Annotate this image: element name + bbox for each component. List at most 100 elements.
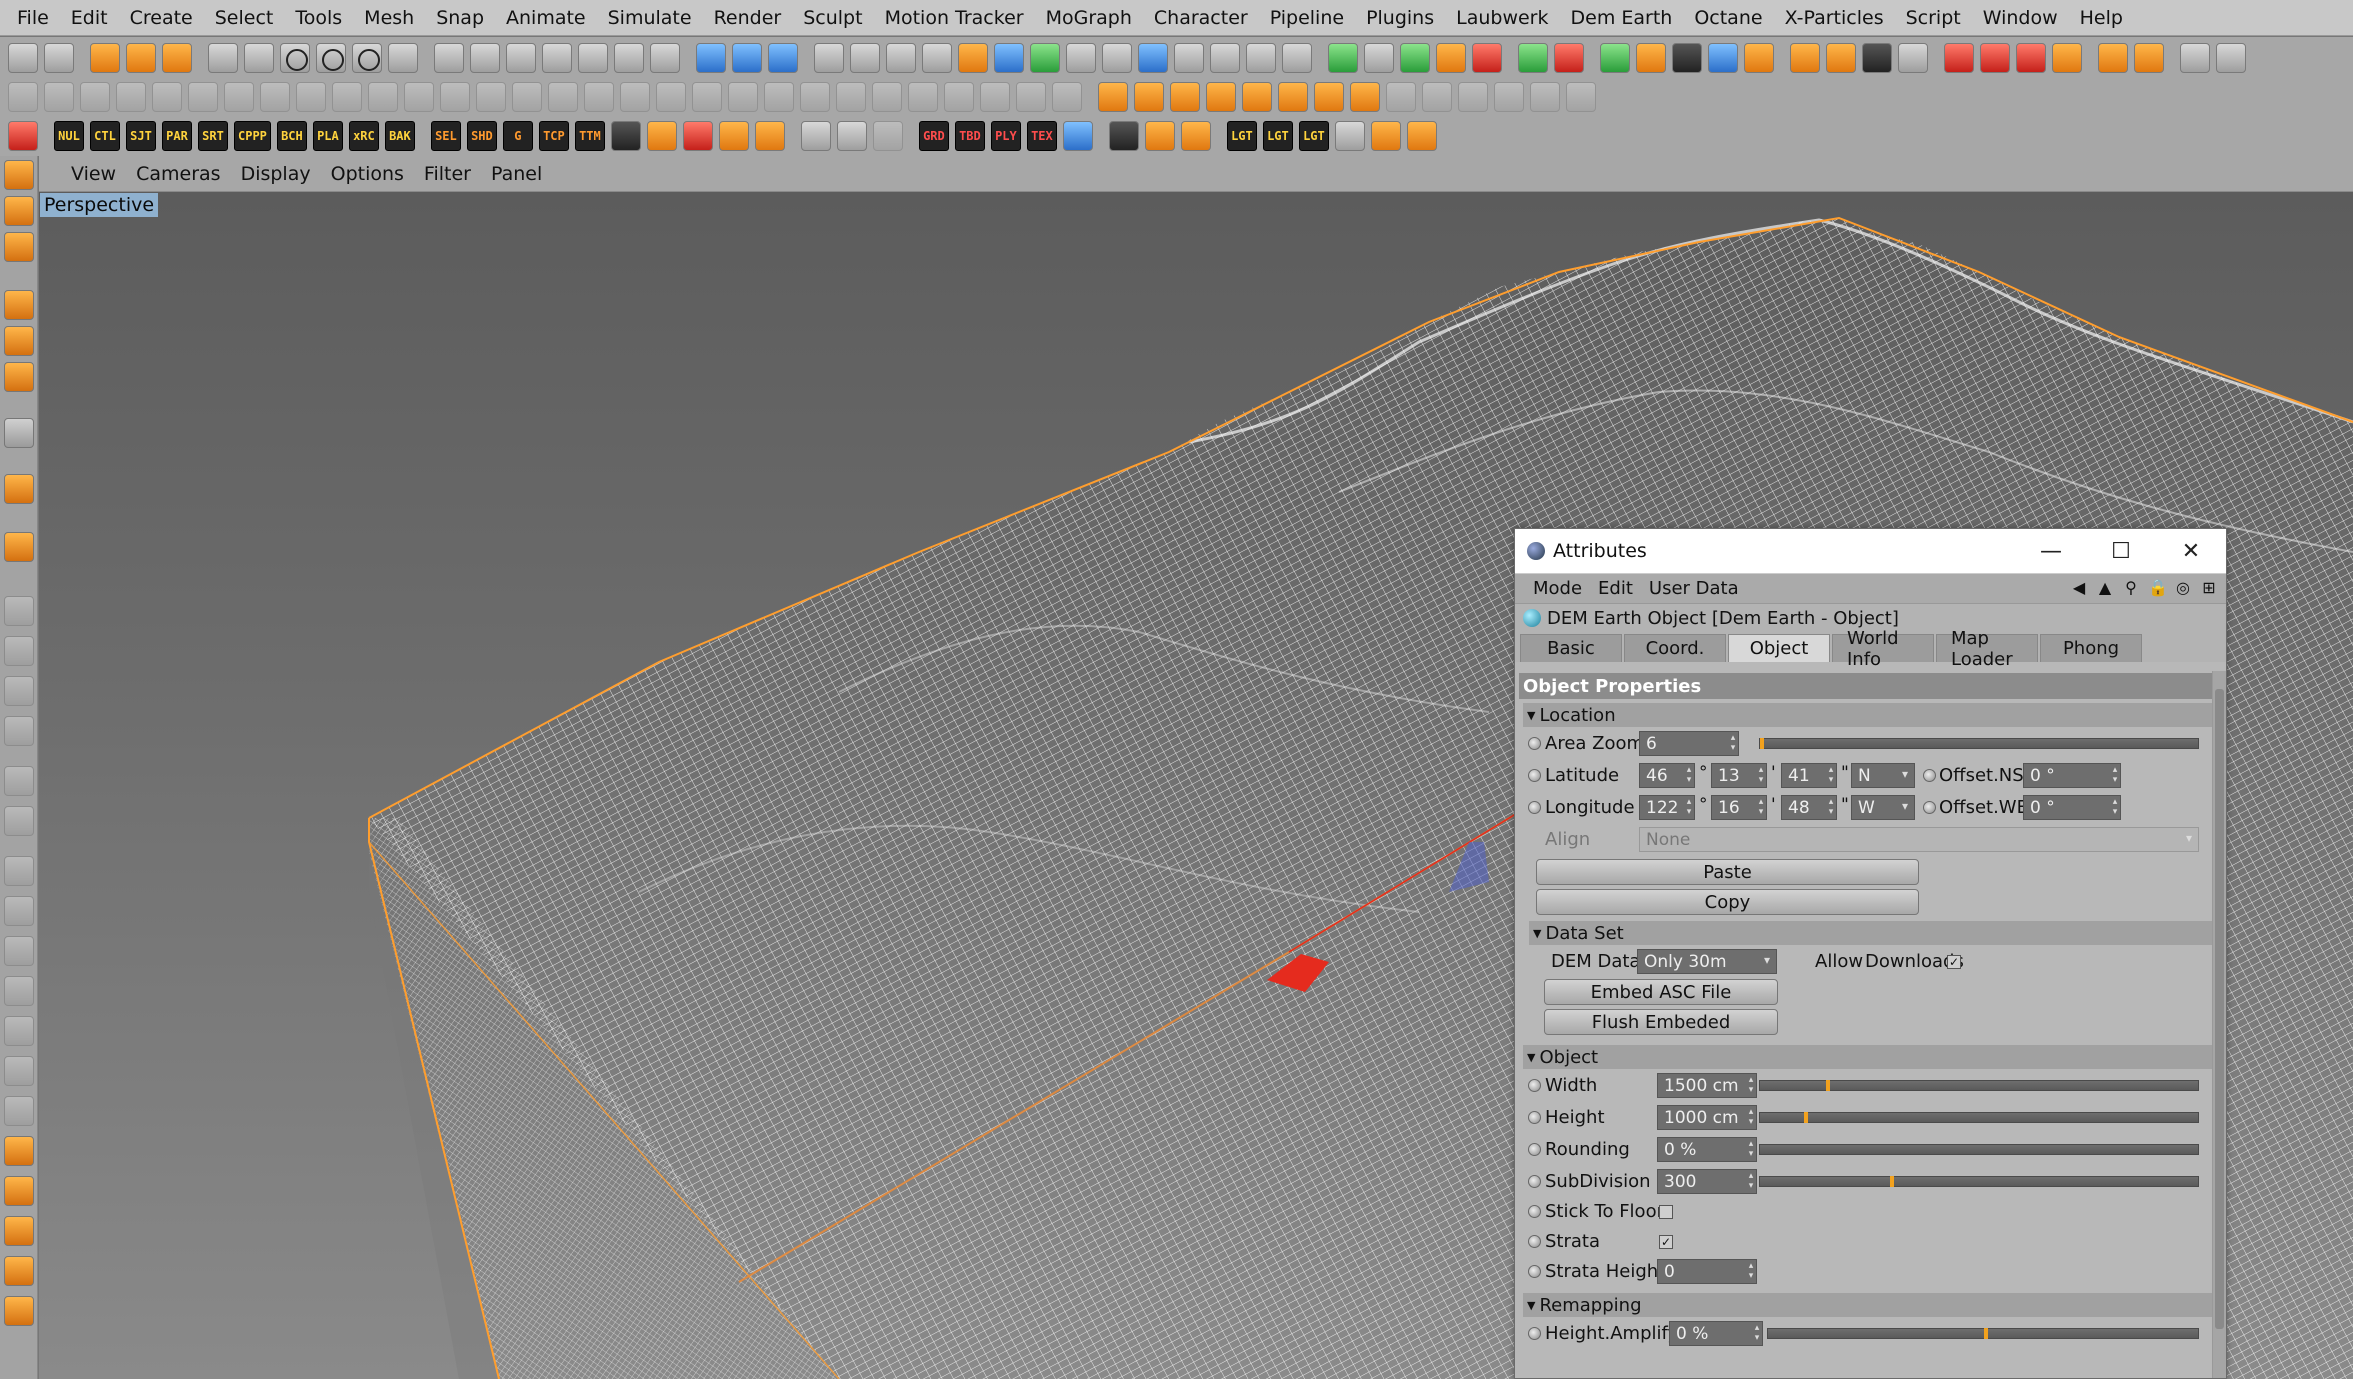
tool-button-icon[interactable] <box>620 82 650 112</box>
left-tool-icon[interactable] <box>4 856 34 886</box>
menu-select[interactable]: Select <box>204 7 285 29</box>
tool-button-icon[interactable] <box>1062 121 1093 151</box>
tool-button-icon[interactable] <box>2180 42 2210 73</box>
collapse-triangle-icon[interactable]: ▼ <box>1527 1051 1535 1064</box>
tool-button-icon[interactable] <box>728 82 758 112</box>
tool-button-icon[interactable] <box>1174 42 1204 73</box>
copy-button[interactable]: Copy <box>1536 889 1919 915</box>
tool-button-icon[interactable] <box>768 42 798 73</box>
tool-button-icon[interactable] <box>1364 42 1394 73</box>
tool-button-icon[interactable] <box>1328 42 1358 73</box>
menu-octane[interactable]: Octane <box>1683 7 1773 29</box>
tab-map-loader[interactable]: Map Loader <box>1936 628 2038 670</box>
group-object[interactable]: ▼ Object <box>1523 1045 2212 1069</box>
tool-button-icon[interactable] <box>1030 42 1060 73</box>
viewport-menu-options[interactable]: Options <box>321 163 414 185</box>
tool-button-icon[interactable] <box>188 82 218 112</box>
slider-knob[interactable] <box>1760 738 1764 749</box>
tool-button-icon[interactable] <box>1944 42 1974 73</box>
left-tool-icon[interactable] <box>4 1096 34 1126</box>
attributes-window[interactable]: Attributes — ☐ ✕ Mode Edit User Data ◀ ▲… <box>1514 528 2227 1379</box>
stick-to-floor-checkbox[interactable] <box>1659 1205 1673 1219</box>
longitude-deg-field[interactable]: 122 <box>1639 795 1695 820</box>
latitude-min-field[interactable]: 13 <box>1711 763 1767 788</box>
tool-button-icon[interactable] <box>908 82 938 112</box>
viewport-menu-display[interactable]: Display <box>231 163 321 185</box>
tool-button-icon[interactable] <box>8 42 38 73</box>
tag-button-nul[interactable]: NUL <box>54 121 84 151</box>
left-tool-icon[interactable] <box>4 976 34 1006</box>
collapse-triangle-icon[interactable]: ▼ <box>1533 927 1541 940</box>
tag-button-sel[interactable]: SEL <box>430 121 461 151</box>
left-tool-icon[interactable] <box>4 1136 34 1166</box>
tag-button-g[interactable]: G <box>502 121 533 151</box>
tool-button-icon[interactable] <box>886 42 916 73</box>
longitude-sec-field[interactable]: 48 <box>1781 795 1837 820</box>
menu-create[interactable]: Create <box>119 7 204 29</box>
rounding-slider[interactable] <box>1759 1144 2199 1155</box>
left-tool-icon[interactable] <box>4 474 34 504</box>
tool-button-icon[interactable] <box>2216 42 2246 73</box>
anim-radio-icon[interactable] <box>1528 769 1541 782</box>
new-panel-icon[interactable]: ⊞ <box>2200 578 2218 598</box>
left-tool-icon[interactable] <box>4 1296 34 1326</box>
tool-button-icon[interactable] <box>1636 42 1666 73</box>
tool-button-icon[interactable] <box>8 82 38 112</box>
tool-button-icon[interactable] <box>1472 42 1502 73</box>
tool-button-icon[interactable] <box>1672 42 1702 73</box>
tool-button-icon[interactable] <box>800 82 830 112</box>
tool-button-icon[interactable] <box>922 42 952 73</box>
paste-button[interactable]: Paste <box>1536 859 1919 885</box>
tool-button-icon[interactable] <box>1370 121 1401 151</box>
tool-button-icon[interactable] <box>610 121 641 151</box>
tool-button-icon[interactable] <box>404 82 434 112</box>
menu-render[interactable]: Render <box>703 7 793 29</box>
anim-radio-icon[interactable] <box>1528 1205 1541 1218</box>
tag-button-tex[interactable]: TEX <box>1026 121 1057 151</box>
latitude-sec-field[interactable]: 41 <box>1781 763 1837 788</box>
collapse-triangle-icon[interactable]: ▼ <box>1527 1299 1535 1312</box>
search-icon[interactable]: ⚲ <box>2122 578 2140 598</box>
tool-button-icon[interactable] <box>1350 82 1380 112</box>
tool-button-icon[interactable] <box>1314 82 1344 112</box>
menu-tools[interactable]: Tools <box>284 7 353 29</box>
tool-button-icon[interactable] <box>440 82 470 112</box>
menu-animate[interactable]: Animate <box>495 7 597 29</box>
tool-button-icon[interactable] <box>850 42 880 73</box>
tag-button-ctl[interactable]: CTL <box>90 121 120 151</box>
tool-button-icon[interactable] <box>152 82 182 112</box>
scrollbar-thumb[interactable] <box>2215 689 2224 1329</box>
tag-button-grd[interactable]: GRD <box>918 121 949 151</box>
tool-button-icon[interactable] <box>1052 82 1082 112</box>
tab-coord[interactable]: Coord. <box>1624 634 1726 662</box>
strata-checkbox[interactable]: ✓ <box>1659 1235 1673 1249</box>
anim-radio-icon[interactable] <box>1528 1235 1541 1248</box>
subdivision-slider[interactable] <box>1759 1176 2199 1187</box>
menu-script[interactable]: Script <box>1895 7 1972 29</box>
tool-button-icon[interactable] <box>316 42 346 73</box>
tool-button-icon[interactable] <box>1422 82 1452 112</box>
tool-button-icon[interactable] <box>1210 42 1240 73</box>
viewport-menu-panel[interactable]: Panel <box>481 163 552 185</box>
tool-button-icon[interactable] <box>506 42 536 73</box>
tool-button-icon[interactable] <box>836 121 867 151</box>
tool-button-icon[interactable] <box>476 82 506 112</box>
tag-button-ttm[interactable]: TTM <box>574 121 605 151</box>
menu-snap[interactable]: Snap <box>425 7 495 29</box>
left-tool-icon[interactable] <box>4 326 34 356</box>
anim-radio-icon[interactable] <box>1528 801 1541 814</box>
tool-button-icon[interactable] <box>1518 42 1548 73</box>
tool-button-icon[interactable] <box>1566 82 1596 112</box>
area-zoom-slider[interactable] <box>1759 738 2199 749</box>
tag-button-lgt[interactable]: LGT <box>1298 121 1329 151</box>
left-tool-icon[interactable] <box>4 676 34 706</box>
tool-button-icon[interactable] <box>1862 42 1892 73</box>
tool-button-icon[interactable] <box>1144 121 1175 151</box>
group-data-set[interactable]: ▼ Data Set <box>1529 921 2212 945</box>
tool-button-icon[interactable] <box>1436 42 1466 73</box>
align-select[interactable]: None <box>1639 827 2199 852</box>
tool-button-icon[interactable] <box>872 121 903 151</box>
tool-button-icon[interactable] <box>584 82 614 112</box>
left-tool-icon[interactable] <box>4 716 34 746</box>
tool-button-icon[interactable] <box>1278 82 1308 112</box>
